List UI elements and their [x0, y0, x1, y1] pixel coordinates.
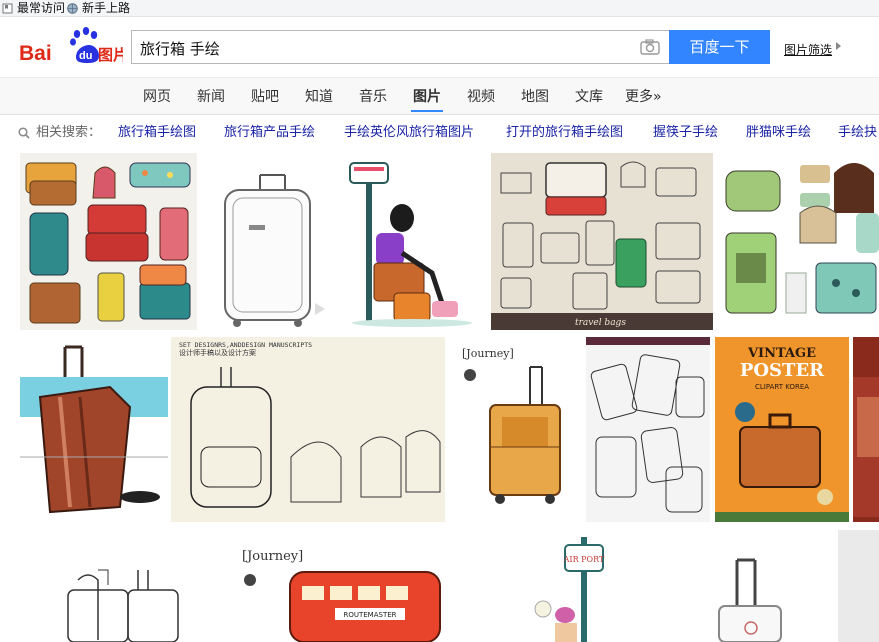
partial-image — [838, 530, 879, 642]
suitcase-outline-sketches — [586, 337, 710, 513]
related-item[interactable]: 打开的旅行箱手绘图 — [506, 114, 623, 152]
search-button[interactable]: 百度一下 — [669, 30, 770, 64]
journey-label: [Journey] — [242, 549, 303, 564]
luggage-pile-sketch — [67, 569, 179, 642]
image-result[interactable]: travel bags — [491, 153, 713, 330]
camera-icon[interactable] — [640, 39, 660, 55]
bookmark-frequent[interactable]: 最常访问 — [2, 0, 65, 16]
related-item[interactable]: 胖猫咪手绘 — [746, 114, 811, 152]
tab-more[interactable]: 更多» — [625, 86, 662, 106]
london-bus-illustration: [Journey] ROUTEMASTER — [242, 549, 441, 642]
related-item[interactable]: 手绘抉 — [838, 114, 877, 152]
tab-map[interactable]: 地图 — [521, 86, 549, 106]
bookmark-newbie-label: 新手上路 — [82, 1, 131, 15]
travel-bags-caption: travel bags — [575, 318, 626, 328]
logo-bai-text: Bai — [19, 42, 52, 65]
poster-title-line2: POSTER — [740, 360, 825, 381]
image-result[interactable]: [Journey] ROUTEMASTER — [240, 542, 450, 642]
search-input[interactable]: 旅行箱 手绘 — [131, 30, 669, 64]
girl-sitting-on-luggage-illustration — [349, 162, 472, 327]
tab-zhidao[interactable]: 知道 — [305, 86, 333, 106]
bookmarks-bar: 最常访问 新手上路 — [0, 0, 879, 17]
bus-sign-text: ROUTEMASTER — [343, 611, 396, 619]
design-caption-line2: 设计师手稿以及设计方案 — [179, 348, 256, 357]
luggage-illustration — [25, 162, 191, 324]
active-tab-indicator — [411, 110, 443, 112]
baidu-logo[interactable]: Bai du 图片 — [19, 25, 123, 67]
search-header: Bai du 图片 旅行箱 手绘 百度一下 图片筛选 — [0, 17, 879, 77]
vintage-trolley-illustration: [Journey] — [462, 347, 561, 504]
travel-bags-sketch: travel bags — [491, 161, 713, 330]
tab-tieba[interactable]: 贴吧 — [251, 86, 279, 106]
logo-du-text: du — [79, 50, 92, 62]
bookmark-newbie[interactable]: 新手上路 — [67, 0, 130, 16]
chevron-right-icon — [836, 42, 841, 50]
suitcase-marker-sketch — [20, 345, 168, 514]
image-result[interactable]: VINTAGE POSTER CLIPART KOREA — [715, 337, 849, 522]
category-tabs: 网页 新闻 贴吧 知道 音乐 图片 视频 地图 文库 更多» — [0, 77, 879, 115]
suitcase-sketch — [224, 174, 325, 327]
flat-bags-illustration — [725, 163, 879, 314]
globe-icon — [67, 2, 78, 14]
image-result[interactable] — [853, 337, 879, 522]
white-suitcase-illustration — [718, 558, 782, 642]
image-result[interactable] — [205, 153, 341, 330]
image-result[interactable] — [716, 153, 879, 330]
image-result[interactable]: [Journey] — [460, 337, 582, 522]
tab-wenku[interactable]: 文库 — [575, 86, 603, 106]
tab-news[interactable]: 新闻 — [197, 86, 225, 106]
bookmark-icon — [2, 3, 13, 13]
airport-sign-girl-illustration: AIR PORT — [534, 537, 605, 642]
design-caption-line1: SET DESIGNRS,ANDDESIGN MANUSCRIPTS — [179, 341, 312, 349]
image-result[interactable] — [20, 337, 168, 522]
image-result[interactable] — [586, 337, 710, 522]
red-suitcase-illustration — [853, 377, 879, 517]
journey-label: [Journey] — [462, 347, 514, 360]
tab-images[interactable]: 图片 — [413, 86, 441, 106]
related-item[interactable]: 握筷子手绘 — [653, 114, 718, 152]
related-item[interactable]: 旅行箱手绘图 — [118, 114, 196, 152]
image-result[interactable] — [48, 560, 198, 642]
tab-web[interactable]: 网页 — [143, 86, 171, 106]
backpack-design-sketch: SET DESIGNRS,ANDDESIGN MANUSCRIPTS 设计师手稿… — [179, 341, 441, 508]
related-searches: 相关搜索： 旅行箱手绘图 旅行箱产品手绘 手绘英伦风旅行箱图片 打开的旅行箱手绘… — [0, 114, 879, 152]
tab-video[interactable]: 视频 — [467, 86, 495, 106]
airport-sign-text: AIR PORT — [563, 555, 605, 564]
search-icon — [18, 127, 30, 139]
vintage-poster-illustration: VINTAGE POSTER CLIPART KOREA — [715, 346, 849, 522]
image-result[interactable]: SET DESIGNRS,ANDDESIGN MANUSCRIPTS 设计师手稿… — [171, 337, 445, 522]
image-result[interactable] — [20, 153, 197, 330]
image-result[interactable] — [715, 550, 805, 642]
poster-subtitle: CLIPART KOREA — [755, 383, 809, 391]
related-label: 相关搜索： — [36, 125, 102, 140]
tab-music[interactable]: 音乐 — [359, 86, 387, 106]
related-item[interactable]: 旅行箱产品手绘 — [224, 114, 315, 152]
bookmark-frequent-label: 最常访问 — [17, 1, 66, 15]
image-result[interactable] — [838, 530, 879, 642]
logo-pic-text: 图片 — [98, 46, 123, 64]
search-query-text: 旅行箱 手绘 — [140, 40, 220, 58]
poster-title-line1: VINTAGE — [747, 346, 816, 361]
image-result[interactable] — [342, 153, 488, 330]
image-filter-link[interactable]: 图片筛选 — [784, 41, 832, 58]
image-result[interactable]: AIR PORT — [525, 525, 625, 642]
related-item[interactable]: 手绘英伦风旅行箱图片 — [344, 114, 474, 152]
